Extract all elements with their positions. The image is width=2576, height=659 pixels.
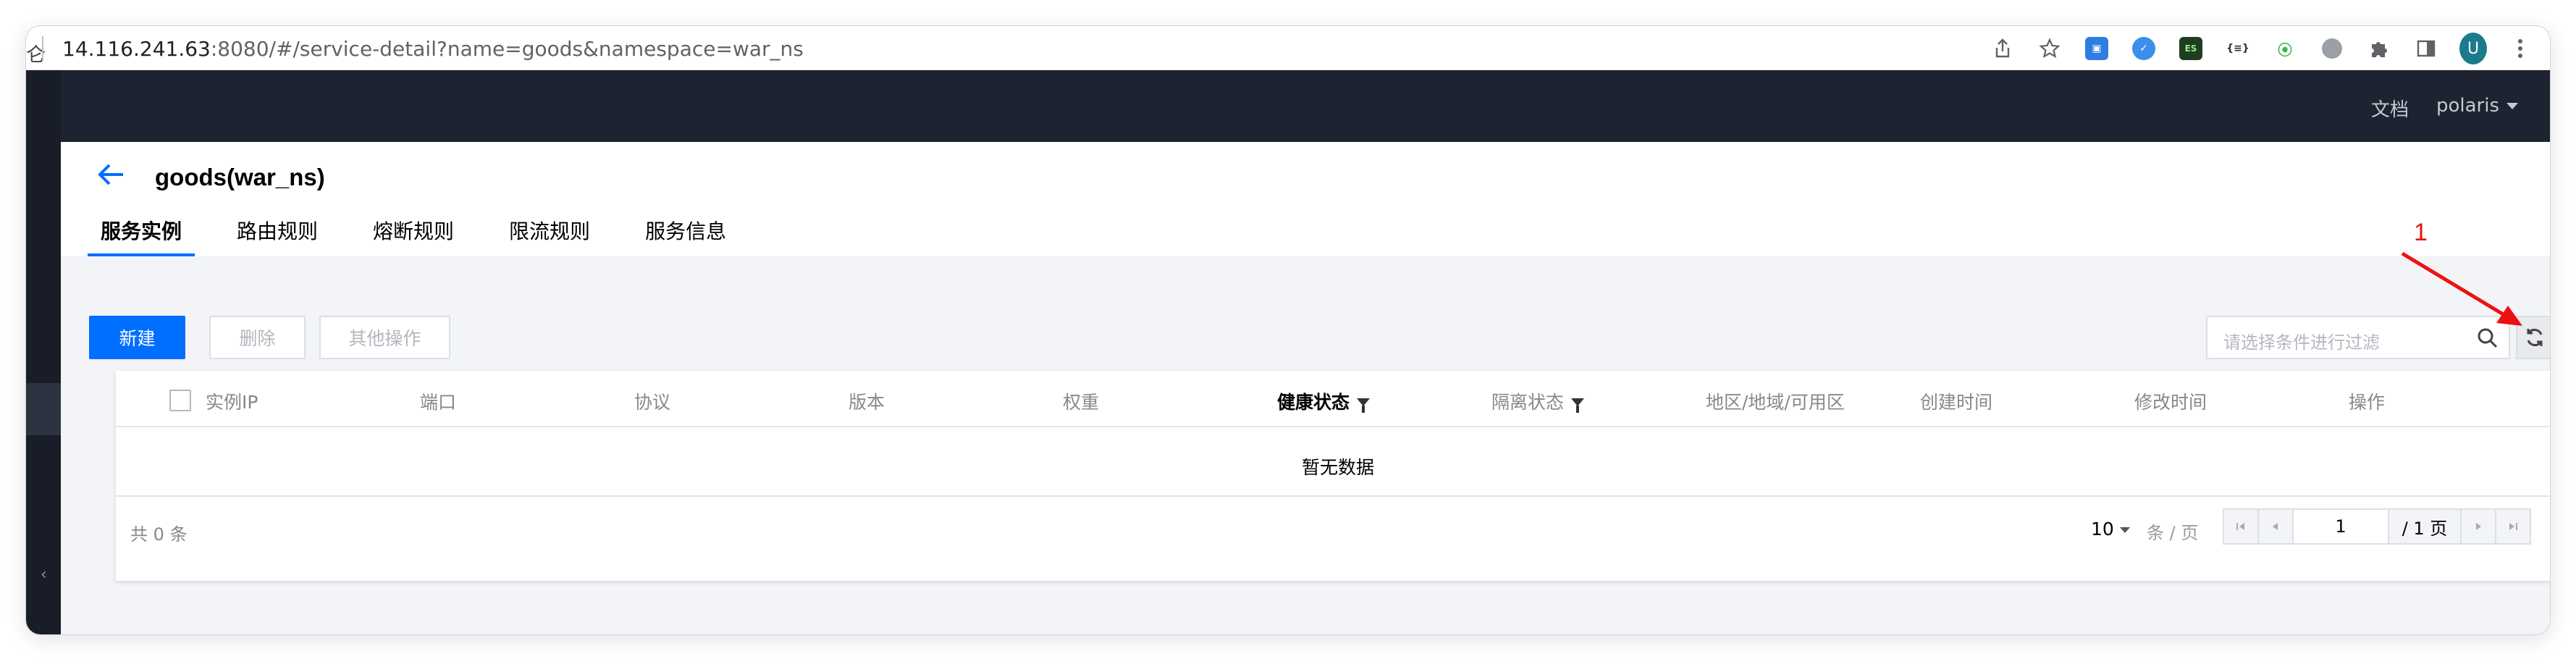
top-header: 文档 polaris (61, 70, 2550, 142)
docs-link[interactable]: 文档 (2371, 95, 2409, 122)
empty-state-text: 暂无数据 (1302, 457, 1375, 478)
chevron-down-icon (2119, 527, 2130, 533)
page-title: goods(war_ns) (155, 164, 325, 190)
url-path: :8080/#/service-detail?name=goods&namesp… (210, 37, 804, 61)
annotation-arrow-1 (2401, 251, 2522, 326)
select-all-checkbox[interactable] (169, 390, 191, 411)
extension-icon[interactable] (2318, 35, 2346, 62)
column-header: 协议 (634, 392, 671, 413)
per-page-label: 条 / 页 (2147, 523, 2199, 543)
extension-icon[interactable]: ⦿ (2271, 35, 2299, 62)
column-header-health[interactable]: 健康状态 (1277, 388, 1371, 414)
extension-icon[interactable]: ✓ (2130, 35, 2158, 62)
tab-circuit-breaker[interactable]: 熔断规则 (360, 214, 467, 256)
main-content: goods(war_ns) 服务实例 路由规则 熔断规则 限流规则 服务信息 新… (61, 142, 2550, 634)
column-header: 版本 (849, 392, 885, 413)
sidebar-collapse-icon[interactable]: ‹ (41, 566, 47, 584)
tab-instances[interactable]: 服务实例 (88, 214, 195, 256)
pagination: 1 / 1 页 (2223, 508, 2531, 545)
puzzle-icon[interactable] (2365, 35, 2393, 62)
user-menu[interactable]: polaris (2436, 95, 2518, 117)
page-size-value: 10 (2091, 519, 2114, 540)
column-header: 实例IP (206, 392, 258, 413)
sidebar-item-active[interactable] (26, 383, 61, 435)
new-button[interactable]: 新建 (89, 316, 185, 359)
filter-icon[interactable] (1357, 398, 1371, 413)
page-size-select[interactable]: 10 (2091, 519, 2130, 540)
next-page-icon (2476, 523, 2481, 530)
profile-avatar[interactable]: U (2459, 33, 2487, 64)
delete-button[interactable]: 删除 (209, 316, 306, 359)
instances-table: 实例IP 端口 协议 版本 权重 健康状态 隔离状态 地区/地域/可用区 创建时… (116, 371, 2550, 581)
extension-icon[interactable]: {≡} (2224, 35, 2252, 62)
sidepanel-icon[interactable] (2412, 35, 2440, 62)
last-page-button[interactable] (2495, 508, 2531, 545)
table-header: 实例IP 端口 协议 版本 权重 健康状态 隔离状态 地区/地域/可用区 创建时… (116, 371, 2550, 427)
column-header: 权重 (1063, 392, 1100, 413)
last-page-icon (2509, 523, 2517, 530)
total-pages: / 1 页 (2388, 508, 2462, 545)
column-header-label: 隔离状态 (1491, 392, 1565, 413)
column-header: 创建时间 (1920, 392, 1993, 413)
first-page-button[interactable] (2223, 508, 2259, 545)
url-host: 14.116.241.63 (62, 37, 211, 61)
menu-dots-icon[interactable] (2506, 35, 2534, 62)
title-area: goods(war_ns) 服务实例 路由规则 熔断规则 限流规则 服务信息 (61, 142, 2550, 256)
column-header: 端口 (420, 392, 457, 413)
browser-window: 仑 14.116.241.63:8080/#/service-detail?na… (26, 26, 2550, 634)
column-header-label: 健康状态 (1277, 392, 1350, 413)
next-page-button[interactable] (2460, 508, 2496, 545)
first-page-icon (2236, 523, 2244, 530)
back-arrow-icon[interactable] (97, 162, 127, 188)
prev-page-icon (2273, 523, 2278, 530)
user-name: polaris (2436, 95, 2499, 117)
tab-bar: 服务实例 路由规则 熔断规则 限流规则 服务信息 (88, 214, 739, 256)
address-divider (42, 36, 43, 61)
search-placeholder: 请选择条件进行过滤 (2223, 332, 2380, 353)
sidebar: ‹ (26, 70, 61, 634)
address-bar: 仑 14.116.241.63:8080/#/service-detail?na… (26, 26, 2550, 70)
more-actions-button[interactable]: 其他操作 (319, 316, 450, 359)
url-field[interactable]: 14.116.241.63:8080/#/service-detail?name… (62, 37, 804, 61)
tab-rate-limit[interactable]: 限流规则 (496, 214, 603, 256)
share-icon[interactable] (1989, 35, 2016, 62)
filter-icon[interactable] (1571, 398, 1585, 413)
annotation-label-1: 1 (2414, 219, 2428, 246)
extension-icon[interactable]: ES (2177, 35, 2205, 62)
column-header: 地区/地域/可用区 (1706, 392, 1845, 413)
column-header: 操作 (2349, 392, 2386, 413)
extension-icon[interactable]: ▣ (2083, 35, 2110, 62)
column-header: 修改时间 (2134, 392, 2207, 413)
bookmark-star-icon[interactable] (2036, 35, 2063, 62)
total-count: 共 0 条 (130, 524, 188, 545)
page-number-input[interactable]: 1 (2292, 508, 2389, 545)
column-header-isolation[interactable]: 隔离状态 (1491, 388, 1585, 414)
prev-page-button[interactable] (2257, 508, 2294, 545)
tab-routing[interactable]: 路由规则 (224, 214, 331, 256)
avatar: U (2459, 33, 2487, 64)
chevron-down-icon (2506, 103, 2518, 109)
tab-service-info[interactable]: 服务信息 (632, 214, 739, 256)
browser-toolbar: ▣ ✓ ES {≡} ⦿ U (1969, 33, 2534, 64)
empty-row: 暂无数据 (116, 429, 2550, 497)
